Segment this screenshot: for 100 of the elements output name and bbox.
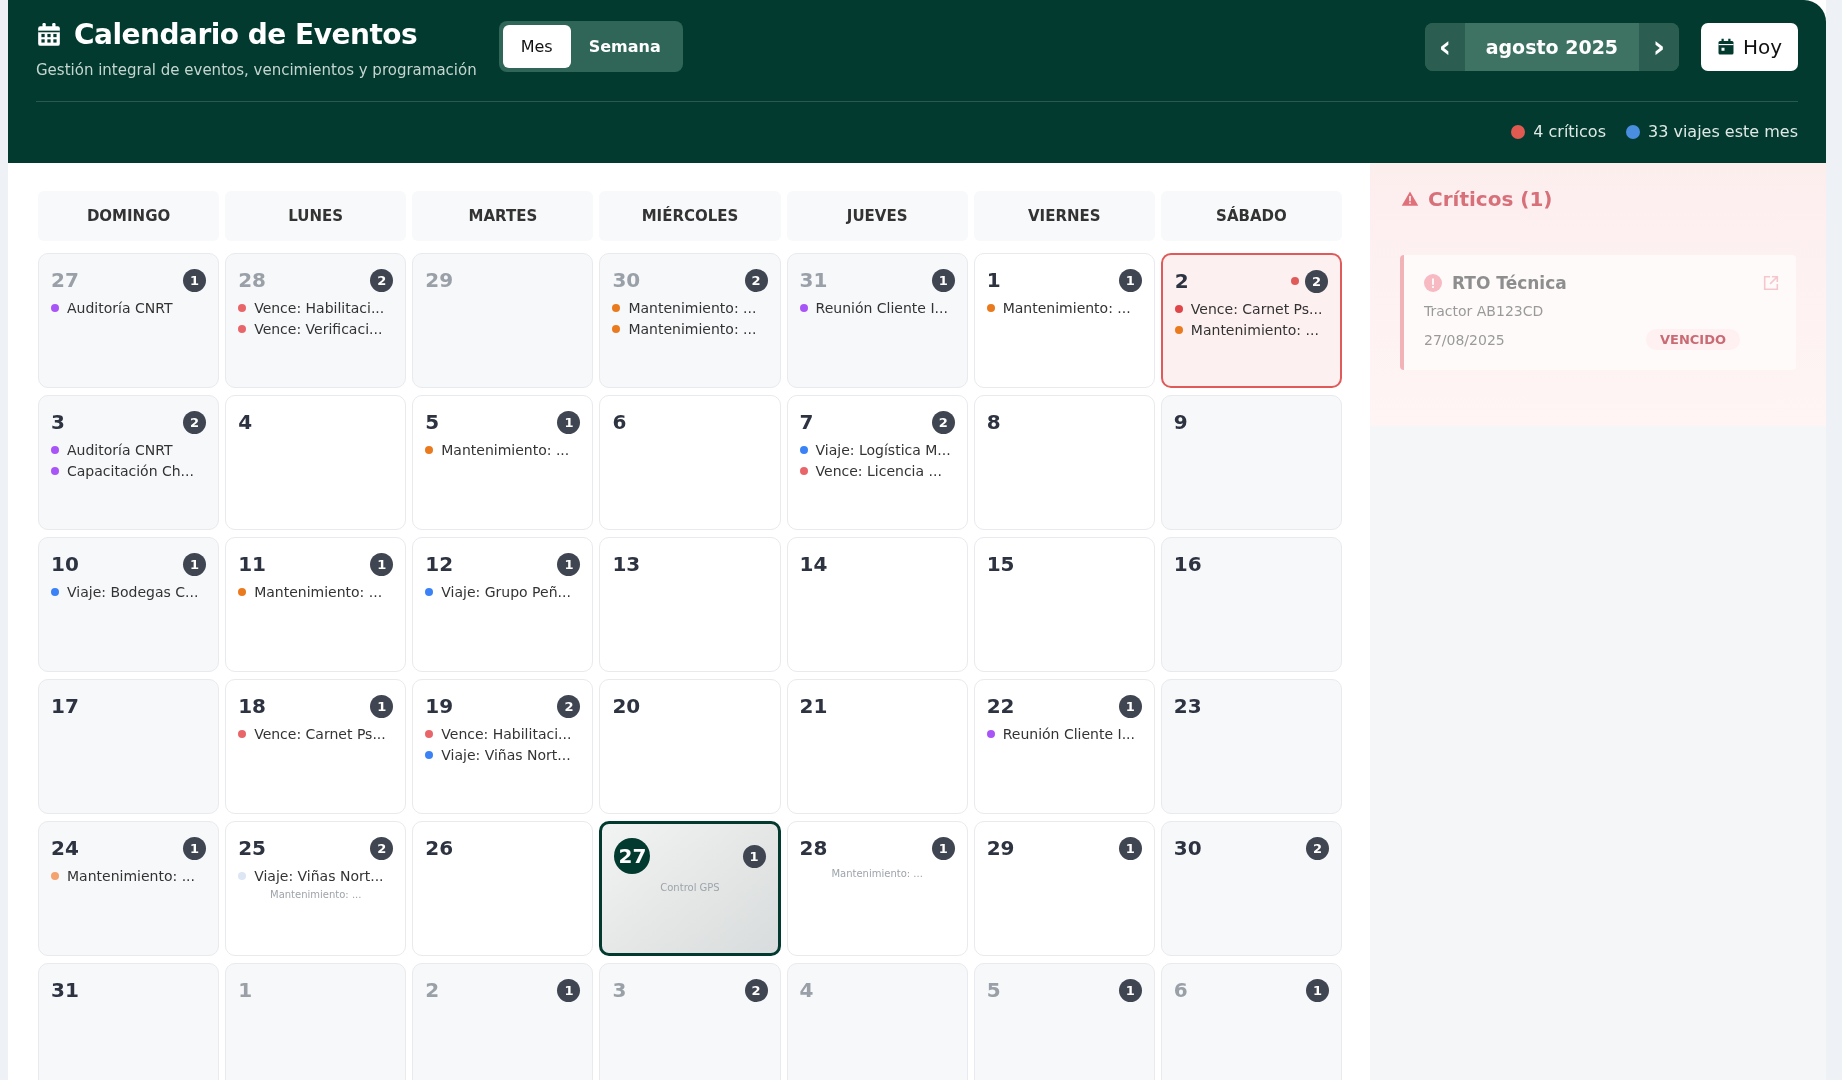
- event-label[interactable]: Mantenimiento: ...: [628, 321, 757, 337]
- day-cell[interactable]: 31 1 Reunión Cliente I...: [786, 253, 968, 388]
- day-number: 31: [51, 978, 79, 1002]
- day-number: 9: [1173, 410, 1188, 434]
- day-cell[interactable]: 27 1 Control GPS: [599, 821, 781, 956]
- day-cell[interactable]: 3 2: [599, 963, 781, 1080]
- event-label[interactable]: Reunión Cliente I...: [815, 300, 948, 316]
- event-label[interactable]: Mantenimiento: ...: [628, 300, 757, 316]
- event-label[interactable]: Mantenimiento: ...: [441, 442, 570, 458]
- view-tab[interactable]: Semana: [570, 25, 679, 68]
- event-label[interactable]: Vence: Habilitaci...: [441, 726, 572, 742]
- event-label[interactable]: Auditoría CNRT: [67, 300, 173, 316]
- day-number: 5: [425, 410, 440, 434]
- day-number: 1: [238, 978, 253, 1002]
- day-cell[interactable]: 9: [1160, 395, 1342, 530]
- event-title: RTO Técnica: [1452, 273, 1567, 293]
- day-cell[interactable]: 13: [599, 537, 781, 672]
- event-count-badge: 1: [557, 978, 581, 1002]
- day-number: 16: [1173, 552, 1202, 576]
- event-count-badge: 2: [1305, 269, 1328, 293]
- day-cell[interactable]: 16: [1160, 537, 1342, 672]
- day-cell[interactable]: 15: [973, 537, 1155, 672]
- event-label[interactable]: Reunión Cliente I...: [1002, 726, 1135, 742]
- event-label[interactable]: Vence: Habilitaci...: [254, 300, 385, 316]
- day-cell[interactable]: 27 1 Auditoría CNRT: [38, 253, 220, 388]
- event-label[interactable]: Mantenimiento: ...: [1190, 322, 1319, 338]
- day-cell[interactable]: 30 2 Mantenimiento: ... Mantenimiento: ...: [599, 253, 781, 388]
- day-cell[interactable]: 20: [599, 679, 781, 814]
- day-cell[interactable]: 30 2: [1160, 821, 1342, 956]
- event-label[interactable]: Viaje: Viñas Nort...: [441, 747, 571, 763]
- day-cell[interactable]: 24 1 Mantenimiento: ...: [38, 821, 220, 956]
- day-number: 27: [51, 268, 79, 292]
- day-cell[interactable]: 1 1 Mantenimiento: ...: [973, 253, 1155, 388]
- event-count-badge: 2: [370, 836, 394, 860]
- event-count-badge: 1: [931, 268, 955, 292]
- day-number: 2: [425, 978, 440, 1002]
- day-number: 4: [799, 978, 814, 1002]
- event-count-badge: 1: [183, 268, 207, 292]
- weekday-header: MIÉRCOLES: [599, 191, 781, 241]
- day-number: 21: [799, 694, 828, 718]
- day-cell[interactable]: 5 1 Mantenimiento: ...: [412, 395, 594, 530]
- event-count-badge: 2: [931, 410, 955, 434]
- day-cell[interactable]: 25 2 Viaje: Viñas Nort... Mantenimiento: ...: [225, 821, 407, 956]
- day-number: 29: [425, 268, 454, 292]
- today-button[interactable]: Hoy: [1700, 23, 1798, 71]
- stat-label: 33 viajes este mes: [1647, 122, 1798, 141]
- event-count-badge: 1: [1118, 836, 1142, 860]
- day-number: 19: [425, 694, 454, 718]
- weekday-header: DOMINGO: [38, 191, 220, 241]
- event-label[interactable]: Auditoría CNRT: [67, 442, 173, 458]
- day-cell[interactable]: 22 1 Reunión Cliente I...: [973, 679, 1155, 814]
- event-label[interactable]: Vence: Verificaci...: [254, 321, 383, 337]
- day-cell[interactable]: 6: [599, 395, 781, 530]
- day-cell[interactable]: 17: [38, 679, 220, 814]
- day-cell[interactable]: 3 2 Auditoría CNRT Capacitación Ch...: [38, 395, 220, 530]
- event-label[interactable]: Vence: Carnet Ps...: [1190, 301, 1323, 317]
- event-label[interactable]: Mantenimiento: ...: [254, 584, 383, 600]
- day-number: 5: [986, 978, 1001, 1002]
- day-cell[interactable]: 8: [973, 395, 1155, 530]
- day-cell[interactable]: 19 2 Vence: Habilitaci... Viaje: Viñas Nort...: [412, 679, 594, 814]
- event-label[interactable]: Capacitación Ch...: [67, 463, 194, 479]
- event-label[interactable]: Viaje: Viñas Nort...: [254, 868, 384, 884]
- day-cell[interactable]: 12 1 Viaje: Grupo Peñ...: [412, 537, 594, 672]
- day-number: 30: [1173, 836, 1202, 860]
- event-label[interactable]: Viaje: Logística M...: [815, 442, 951, 458]
- day-number: 29: [986, 836, 1015, 860]
- event-count-badge: 2: [557, 694, 581, 718]
- day-cell[interactable]: 26: [412, 821, 594, 956]
- event-label[interactable]: Mantenimiento: ...: [67, 868, 195, 884]
- day-cell[interactable]: 21: [786, 679, 968, 814]
- view-tab[interactable]: Mes: [502, 25, 571, 68]
- page-title: Calendario de Eventos: [74, 18, 418, 51]
- day-cell[interactable]: 31: [38, 963, 220, 1080]
- event-label[interactable]: Vence: Licencia ...: [815, 463, 942, 479]
- day-cell[interactable]: 23: [1160, 679, 1342, 814]
- event-count-badge: 2: [183, 410, 207, 434]
- day-cell[interactable]: 6 1: [1160, 963, 1342, 1080]
- external-link-icon[interactable]: [1762, 274, 1780, 292]
- event-label[interactable]: Mantenimiento: ...: [1002, 300, 1131, 316]
- stat-label: 4 críticos: [1533, 122, 1606, 141]
- day-cell[interactable]: 10 1 Viaje: Bodegas C...: [38, 537, 220, 672]
- day-number: 1: [986, 268, 1001, 292]
- day-cell[interactable]: 29 1: [973, 821, 1155, 956]
- day-cell[interactable]: 5 1: [973, 963, 1155, 1080]
- day-cell[interactable]: 14: [786, 537, 968, 672]
- day-cell[interactable]: 28 2 Vence: Habilitaci... Vence: Verificaci...: [225, 253, 407, 388]
- day-number: 14: [799, 552, 828, 576]
- day-cell[interactable]: 11 1 Mantenimiento: ...: [225, 537, 407, 672]
- day-number: 10: [51, 552, 79, 576]
- day-cell[interactable]: 2 2 Vence: Carnet Ps... Mantenimiento: ...: [1160, 253, 1342, 388]
- day-cell[interactable]: 18 1 Vence: Carnet Ps...: [225, 679, 407, 814]
- day-cell[interactable]: 2 1: [412, 963, 594, 1080]
- day-cell[interactable]: 28 1 Mantenimiento: ...: [786, 821, 968, 956]
- day-cell[interactable]: 7 2 Viaje: Logística M... Vence: Licencia ...: [786, 395, 968, 530]
- event-count-badge: 1: [557, 552, 581, 576]
- event-label[interactable]: Viaje: Bodegas C...: [67, 584, 199, 600]
- weekday-header: JUEVES: [786, 191, 968, 241]
- day-cell[interactable]: 4: [225, 395, 407, 530]
- event-label[interactable]: Vence: Carnet Ps...: [254, 726, 386, 742]
- event-label[interactable]: Viaje: Grupo Peñ...: [441, 584, 571, 600]
